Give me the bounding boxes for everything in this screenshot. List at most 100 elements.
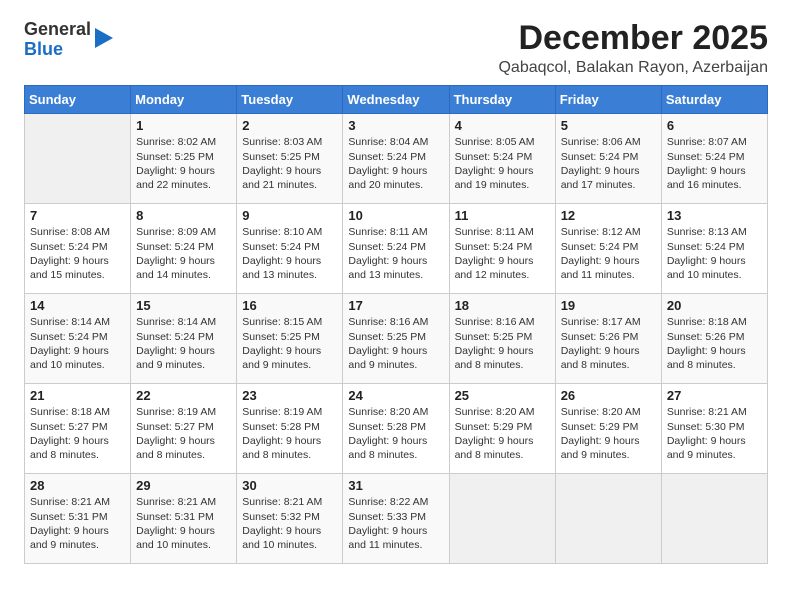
day-number: 29 [136,478,231,493]
calendar-cell: 25 Sunrise: 8:20 AMSunset: 5:29 PMDayligh… [449,384,555,474]
day-info: Sunrise: 8:19 AMSunset: 5:28 PMDaylight:… [242,405,337,462]
day-number: 15 [136,298,231,313]
day-info: Sunrise: 8:05 AMSunset: 5:24 PMDaylight:… [455,135,550,192]
day-info: Sunrise: 8:11 AMSunset: 5:24 PMDaylight:… [348,225,443,282]
day-info: Sunrise: 8:10 AMSunset: 5:24 PMDaylight:… [242,225,337,282]
calendar-cell: 16Sunrise: 8:15 AMSunset: 5:25 PMDayligh… [237,294,343,384]
calendar-cell: 4 Sunrise: 8:05 AMSunset: 5:24 PMDaylight… [449,114,555,204]
day-info: Sunrise: 8:18 AMSunset: 5:26 PMDaylight:… [667,315,762,372]
day-number: 18 [455,298,550,313]
day-number: 25 [455,388,550,403]
calendar-cell: 21 Sunrise: 8:18 AMSunset: 5:27 PMDayligh… [25,384,131,474]
day-number: 10 [348,208,443,223]
day-info: Sunrise: 8:20 AMSunset: 5:28 PMDaylight:… [348,405,443,462]
day-info: Sunrise: 8:20 AMSunset: 5:29 PMDaylight:… [455,405,550,462]
day-number: 31 [348,478,443,493]
calendar-cell: 15Sunrise: 8:14 AMSunset: 5:24 PMDayligh… [131,294,237,384]
calendar-cell: 20 Sunrise: 8:18 AMSunset: 5:26 PMDayligh… [661,294,767,384]
day-number: 12 [561,208,656,223]
day-number: 19 [561,298,656,313]
day-info: Sunrise: 8:03 AMSunset: 5:25 PMDaylight:… [242,135,337,192]
calendar-cell: 1 Sunrise: 8:02 AMSunset: 5:25 PMDaylight… [131,114,237,204]
day-number: 11 [455,208,550,223]
day-number: 14 [30,298,125,313]
day-number: 20 [667,298,762,313]
calendar-cell: 14 Sunrise: 8:14 AMSunset: 5:24 PMDayligh… [25,294,131,384]
calendar-cell: 22 Sunrise: 8:19 AMSunset: 5:27 PMDayligh… [131,384,237,474]
day-info: Sunrise: 8:11 AMSunset: 5:24 PMDaylight:… [455,225,550,282]
header-cell-thursday: Thursday [449,86,555,114]
calendar-cell: 8 Sunrise: 8:09 AMSunset: 5:24 PMDaylight… [131,204,237,294]
calendar-cell: 26 Sunrise: 8:20 AMSunset: 5:29 PMDayligh… [555,384,661,474]
week-row-2: 14 Sunrise: 8:14 AMSunset: 5:24 PMDayligh… [25,294,768,384]
day-number: 23 [242,388,337,403]
week-row-3: 21 Sunrise: 8:18 AMSunset: 5:27 PMDayligh… [25,384,768,474]
calendar-cell: 7 Sunrise: 8:08 AMSunset: 5:24 PMDaylight… [25,204,131,294]
day-number: 22 [136,388,231,403]
header-cell-saturday: Saturday [661,86,767,114]
header: General Blue December 2025 Qabaqcol, Bal… [24,20,768,77]
day-info: Sunrise: 8:06 AMSunset: 5:24 PMDaylight:… [561,135,656,192]
day-number: 2 [242,118,337,133]
day-info: Sunrise: 8:09 AMSunset: 5:24 PMDaylight:… [136,225,231,282]
calendar-cell: 9Sunrise: 8:10 AMSunset: 5:24 PMDaylight… [237,204,343,294]
header-cell-sunday: Sunday [25,86,131,114]
day-number: 16 [242,298,337,313]
day-info: Sunrise: 8:21 AMSunset: 5:30 PMDaylight:… [667,405,762,462]
day-number: 1 [136,118,231,133]
day-number: 30 [242,478,337,493]
day-info: Sunrise: 8:22 AMSunset: 5:33 PMDaylight:… [348,495,443,552]
day-number: 8 [136,208,231,223]
calendar-cell: 29 Sunrise: 8:21 AMSunset: 5:31 PMDayligh… [131,474,237,564]
day-number: 28 [30,478,125,493]
day-number: 13 [667,208,762,223]
header-cell-friday: Friday [555,86,661,114]
calendar-cell: 27 Sunrise: 8:21 AMSunset: 5:30 PMDayligh… [661,384,767,474]
day-number: 7 [30,208,125,223]
week-row-0: 1 Sunrise: 8:02 AMSunset: 5:25 PMDaylight… [25,114,768,204]
day-number: 3 [348,118,443,133]
calendar-cell [449,474,555,564]
calendar-cell: 17Sunrise: 8:16 AMSunset: 5:25 PMDayligh… [343,294,449,384]
day-info: Sunrise: 8:19 AMSunset: 5:27 PMDaylight:… [136,405,231,462]
day-info: Sunrise: 8:21 AMSunset: 5:31 PMDaylight:… [136,495,231,552]
calendar-cell: 30 Sunrise: 8:21 AMSunset: 5:32 PMDayligh… [237,474,343,564]
day-number: 4 [455,118,550,133]
day-number: 5 [561,118,656,133]
day-info: Sunrise: 8:08 AMSunset: 5:24 PMDaylight:… [30,225,125,282]
location-title: Qabaqcol, Balakan Rayon, Azerbaijan [498,59,768,77]
calendar-body: 1 Sunrise: 8:02 AMSunset: 5:25 PMDaylight… [25,114,768,564]
calendar-cell: 23 Sunrise: 8:19 AMSunset: 5:28 PMDayligh… [237,384,343,474]
calendar-cell: 13 Sunrise: 8:13 AMSunset: 5:24 PMDayligh… [661,204,767,294]
day-info: Sunrise: 8:20 AMSunset: 5:29 PMDaylight:… [561,405,656,462]
day-info: Sunrise: 8:14 AMSunset: 5:24 PMDaylight:… [30,315,125,372]
day-info: Sunrise: 8:13 AMSunset: 5:24 PMDaylight:… [667,225,762,282]
calendar-cell: 19Sunrise: 8:17 AMSunset: 5:26 PMDayligh… [555,294,661,384]
day-info: Sunrise: 8:18 AMSunset: 5:27 PMDaylight:… [30,405,125,462]
calendar-cell: 12 Sunrise: 8:12 AMSunset: 5:24 PMDayligh… [555,204,661,294]
calendar-cell: 10 Sunrise: 8:11 AMSunset: 5:24 PMDayligh… [343,204,449,294]
calendar-table: SundayMondayTuesdayWednesdayThursdayFrid… [24,85,768,564]
title-area: December 2025 Qabaqcol, Balakan Rayon, A… [498,20,768,77]
calendar-cell [25,114,131,204]
day-info: Sunrise: 8:12 AMSunset: 5:24 PMDaylight:… [561,225,656,282]
day-info: Sunrise: 8:04 AMSunset: 5:24 PMDaylight:… [348,135,443,192]
calendar-cell: 24Sunrise: 8:20 AMSunset: 5:28 PMDayligh… [343,384,449,474]
day-number: 17 [348,298,443,313]
day-number: 27 [667,388,762,403]
logo-blue: Blue [24,40,91,60]
day-number: 21 [30,388,125,403]
calendar-cell [661,474,767,564]
day-info: Sunrise: 8:02 AMSunset: 5:25 PMDaylight:… [136,135,231,192]
header-cell-monday: Monday [131,86,237,114]
day-number: 26 [561,388,656,403]
day-info: Sunrise: 8:21 AMSunset: 5:32 PMDaylight:… [242,495,337,552]
logo-general: General [24,20,91,40]
month-title: December 2025 [498,20,768,57]
day-info: Sunrise: 8:07 AMSunset: 5:24 PMDaylight:… [667,135,762,192]
calendar-header: SundayMondayTuesdayWednesdayThursdayFrid… [25,86,768,114]
calendar-cell: 2 Sunrise: 8:03 AMSunset: 5:25 PMDaylight… [237,114,343,204]
calendar-cell: 5 Sunrise: 8:06 AMSunset: 5:24 PMDaylight… [555,114,661,204]
week-row-4: 28 Sunrise: 8:21 AMSunset: 5:31 PMDayligh… [25,474,768,564]
logo-text: General Blue [24,20,91,60]
